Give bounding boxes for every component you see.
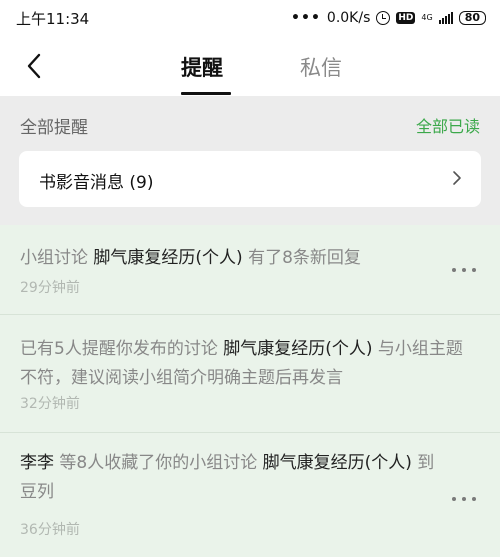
more-options-button[interactable] — [452, 494, 476, 504]
status-time: 上午11:34 — [16, 9, 90, 28]
back-button[interactable] — [18, 50, 50, 82]
status-bar: 上午11:34 ••• 0.0K/s HD 4G 80 — [0, 0, 500, 36]
media-messages-card[interactable]: 书影音消息 (9) — [19, 151, 481, 207]
discussion-link[interactable]: 脚气康复经历(个人) — [93, 248, 242, 268]
section-header: 全部提醒 全部已读 — [0, 96, 500, 150]
status-dots: ••• — [291, 10, 321, 26]
media-messages-label: 书影音消息 (9) — [39, 173, 154, 193]
more-options-button[interactable] — [452, 265, 476, 275]
network-type-icon: 4G — [421, 13, 433, 22]
notification-text-part: 等8人收藏了你的小组讨论 — [54, 453, 263, 473]
tab-reminders[interactable]: 提醒 — [181, 52, 223, 82]
chevron-left-icon — [27, 53, 41, 79]
status-indicators: ••• 0.0K/s HD 4G 80 — [291, 10, 486, 26]
network-speed: 0.0K/s — [326, 10, 371, 26]
notification-text: 已有5人提醒你发布的讨论 脚气康复经历(个人) 与小组主题不符，建议阅读小组简介… — [20, 335, 476, 393]
user-link[interactable]: 李李 — [20, 453, 54, 473]
discussion-link[interactable]: 脚气康复经历(个人) — [263, 453, 412, 473]
section-title: 全部提醒 — [20, 118, 88, 138]
notification-text-part: 有了8条新回复 — [242, 248, 361, 268]
discussion-link[interactable]: 脚气康复经历(个人) — [223, 339, 372, 359]
alarm-icon — [376, 11, 391, 25]
dot-icon — [472, 268, 476, 272]
notification-item[interactable]: 小组讨论 脚气康复经历(个人) 有了8条新回复 29分钟前 — [0, 225, 500, 315]
dot-icon — [472, 497, 476, 501]
notification-item[interactable]: 李李 等8人收藏了你的小组讨论 脚气康复经历(个人) 到豆列 36分钟前 — [0, 433, 500, 557]
notification-text-part: 已有5人提醒你发布的讨论 — [20, 339, 224, 359]
hd-badge: HD — [396, 12, 416, 24]
tab-messages[interactable]: 私信 — [300, 52, 342, 82]
notification-text: 小组讨论 脚气康复经历(个人) 有了8条新回复 — [20, 244, 440, 273]
active-tab-indicator — [181, 92, 231, 95]
battery-icon: 80 — [458, 11, 486, 25]
notification-list: 小组讨论 脚气康复经历(个人) 有了8条新回复 29分钟前 已有5人提醒你发布的… — [0, 225, 500, 557]
dot-icon — [462, 268, 466, 272]
signal-icon — [438, 12, 453, 24]
chevron-right-icon — [453, 171, 461, 185]
notification-item[interactable]: 已有5人提醒你发布的讨论 脚气康复经历(个人) 与小组主题不符，建议阅读小组简介… — [0, 315, 500, 433]
dot-icon — [452, 497, 456, 501]
notification-time: 29分钟前 — [20, 280, 80, 296]
notification-text: 李李 等8人收藏了你的小组讨论 脚气康复经历(个人) 到豆列 — [20, 449, 440, 507]
notification-text-part: 小组讨论 — [20, 248, 94, 268]
dot-icon — [452, 268, 456, 272]
notification-time: 32分钟前 — [20, 396, 80, 412]
mark-all-read-button[interactable]: 全部已读 — [416, 113, 480, 137]
notification-time: 36分钟前 — [20, 522, 80, 538]
dot-icon — [462, 497, 466, 501]
nav-bar: 提醒 私信 — [0, 36, 500, 96]
